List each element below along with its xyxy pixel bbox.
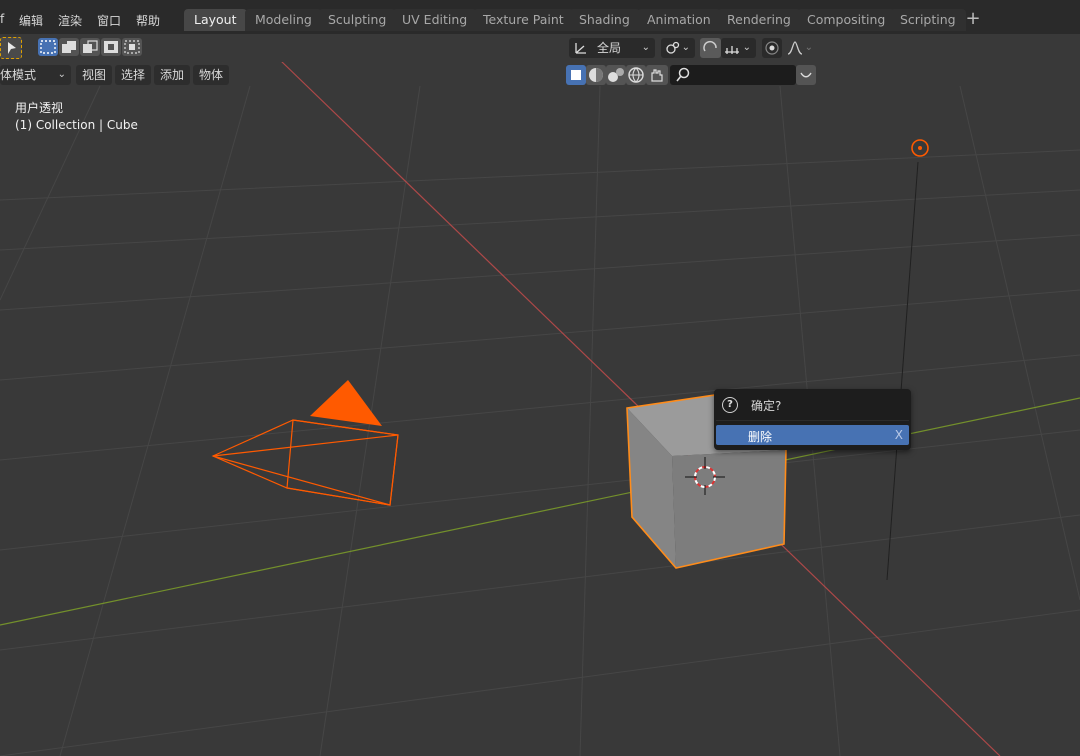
select-mode-invert-button[interactable]: [101, 38, 121, 56]
object-mode-dropdown[interactable]: 体模式 ⌄: [0, 65, 71, 85]
chevron-down-icon: ⌄: [57, 69, 66, 80]
collection-info-label: (1) Collection | Cube: [15, 118, 138, 132]
hand-icon: [651, 69, 663, 82]
pivot-point-dropdown[interactable]: ⌄: [661, 38, 695, 58]
menu-file[interactable]: f: [0, 12, 4, 26]
tab-sculpting[interactable]: Sculpting: [318, 9, 397, 31]
transform-orientation-value: 全局: [597, 41, 622, 55]
transform-orientation-dropdown[interactable]: 全局 ⌄: [569, 38, 655, 58]
select-invert-icon: [104, 41, 118, 53]
snap-toggle-button[interactable]: [700, 38, 721, 58]
chevron-down-icon: ⌄: [641, 42, 650, 53]
3d-viewport[interactable]: [0, 0, 1080, 756]
tab-rendering[interactable]: Rendering: [717, 9, 801, 31]
select-box-icon: [40, 40, 56, 54]
tab-scripting[interactable]: Scripting: [890, 9, 966, 31]
popup-separator: [716, 420, 909, 421]
search-icon: [676, 67, 690, 82]
select-tool-button[interactable]: [0, 37, 22, 59]
snap-increment-icon: [725, 46, 739, 54]
proportional-editing-icon: [765, 41, 779, 55]
outliner-search-input[interactable]: [670, 65, 796, 85]
material-preview-button[interactable]: [606, 65, 626, 85]
snap-target-dropdown[interactable]: ⌄: [721, 38, 756, 58]
tab-shading[interactable]: Shading: [569, 9, 640, 31]
solid-sphere-icon: [589, 68, 603, 82]
filter-popover-button[interactable]: [796, 65, 816, 85]
proportional-editing-button[interactable]: [762, 38, 782, 58]
falloff-dropdown[interactable]: ⌄: [784, 38, 818, 58]
tab-layout[interactable]: Layout: [184, 9, 247, 31]
cursor-arrow-icon: [8, 42, 16, 54]
menu-render[interactable]: 渲染: [58, 12, 82, 29]
solid-shading-button[interactable]: [586, 65, 606, 85]
chevron-down-icon: ⌄: [804, 42, 813, 53]
menu-help[interactable]: 帮助: [136, 12, 160, 29]
tab-modeling[interactable]: Modeling: [245, 9, 322, 31]
pivot-point-icon: [666, 41, 680, 54]
falloff-curve-icon: [787, 41, 803, 55]
delete-shortcut-label: X: [894, 428, 903, 442]
tab-compositing[interactable]: Compositing: [797, 9, 896, 31]
tool-settings-bar: [0, 34, 1080, 62]
object-mode-value: 体模式: [0, 68, 37, 82]
delete-label: 删除: [748, 430, 773, 444]
gizmo-toggle-button[interactable]: [646, 65, 668, 85]
select-menu[interactable]: 选择: [115, 65, 152, 85]
question-icon: ?: [722, 397, 738, 413]
chevron-down-icon: ⌄: [742, 42, 751, 53]
select-filter-icon: [571, 70, 581, 80]
add-menu[interactable]: 添加: [154, 65, 191, 85]
menu-edit[interactable]: 编辑: [19, 12, 43, 29]
select-mode-new-button[interactable]: [38, 38, 58, 56]
add-workspace-button[interactable]: +: [962, 9, 984, 31]
transform-orientation-icon: [575, 43, 586, 54]
tab-animation[interactable]: Animation: [637, 9, 721, 31]
chevron-down-icon: [800, 72, 812, 78]
tab-uv-editing[interactable]: UV Editing: [392, 9, 478, 31]
view-name-label: 用户透视: [15, 101, 64, 115]
menu-window[interactable]: 窗口: [97, 12, 121, 29]
popup-title: 确定?: [751, 399, 782, 413]
tab-texture-paint[interactable]: Texture Paint: [473, 9, 574, 31]
select-mode-extend-button[interactable]: [59, 38, 79, 56]
material-icon: [608, 68, 624, 82]
rendered-shading-button[interactable]: [626, 65, 646, 85]
top-bar: f 编辑 渲染 窗口 帮助 Layout Modeling Sculpting …: [0, 0, 1080, 34]
chevron-down-icon: ⌄: [681, 42, 690, 53]
select-mode-intersect-button[interactable]: [122, 38, 142, 56]
magnet-icon: [703, 40, 717, 52]
object-menu[interactable]: 物体: [193, 65, 230, 85]
globe-icon: [628, 67, 644, 83]
selectable-filter-button[interactable]: [566, 65, 586, 85]
select-extend-icon: [62, 41, 76, 53]
view-menu[interactable]: 视图: [76, 65, 113, 85]
select-subtract-icon: [83, 40, 98, 53]
select-mode-subtract-button[interactable]: [80, 38, 100, 56]
confirm-delete-popup: ? 确定? 删除 X: [714, 389, 911, 450]
delete-confirm-button[interactable]: 删除 X: [716, 425, 909, 445]
select-intersect-icon: [124, 40, 140, 54]
